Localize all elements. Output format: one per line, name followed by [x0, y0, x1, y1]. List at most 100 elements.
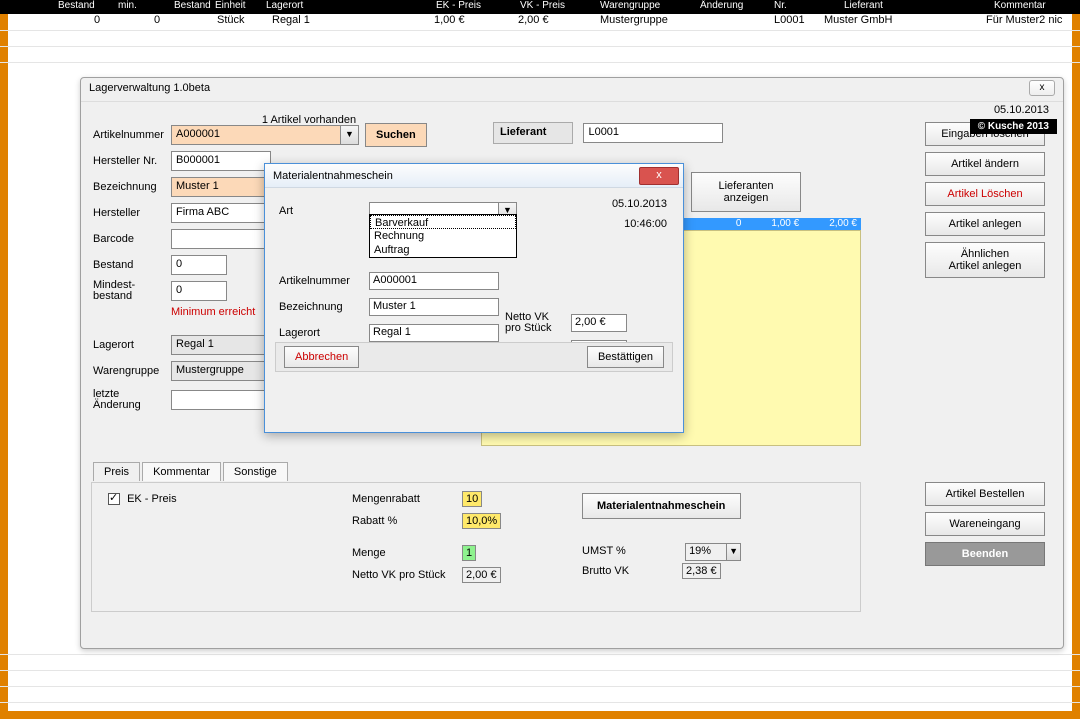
materialentnahmeschein-dialog: Materialentnahmeschein x 05.10.2013 10:4… [264, 163, 684, 433]
chevron-down-icon[interactable]: ▼ [726, 544, 740, 560]
bestand-label: Bestand [93, 259, 171, 271]
ek-preis-checkbox[interactable] [108, 493, 120, 505]
art-option-barverkauf[interactable]: Barverkauf [370, 215, 516, 229]
col-vk: VK - Preis [520, 0, 565, 11]
warengruppe-label: Warengruppe [93, 365, 171, 377]
cell-lagerort: Regal 1 [272, 14, 310, 26]
umst-label: UMST % [582, 545, 682, 557]
mindestbestand-input[interactable]: 0 [171, 281, 227, 301]
cell-nr: L0001 [774, 14, 805, 26]
lieferant-nr-input[interactable]: L0001 [583, 123, 723, 143]
col-bestand: Bestand [58, 0, 95, 11]
umst-value: 19% [686, 544, 726, 560]
modal-titlebar[interactable]: Materialentnahmeschein x [265, 164, 683, 188]
cell-vk: 2,00 € [518, 14, 549, 26]
barcode-input[interactable] [171, 229, 271, 249]
col-einheit: Einheit [215, 0, 246, 11]
col-warengruppe: Warengruppe [600, 0, 660, 11]
artikel-loeschen-button[interactable]: Artikel Löschen [925, 182, 1045, 206]
suchen-button[interactable]: Suchen [365, 123, 427, 147]
modal-netto-label: Netto VK pro Stück [505, 312, 571, 334]
cell-kommentar: Für Muster2 nic [986, 14, 1062, 26]
tab-kommentar[interactable]: Kommentar [142, 462, 221, 481]
preis-panel: EK - Preis Mengenrabatt10 Rabatt %10,0% … [91, 482, 861, 612]
artikel-aendern-button[interactable]: Artikel ändern [925, 152, 1045, 176]
modal-time: 10:46:00 [624, 218, 667, 230]
menge-label: Menge [352, 547, 462, 559]
netto-vk-input[interactable]: 2,00 € [462, 567, 501, 583]
netto-vk-label: Netto VK pro Stück [352, 569, 462, 581]
bezeichnung-input[interactable]: Muster 1 [171, 177, 271, 197]
mindestbestand-label: Mindest- bestand [93, 280, 171, 302]
sheet-row[interactable]: 0 0 Stück Regal 1 1,00 € 2,00 € Mustergr… [0, 14, 1080, 30]
col-anderung: Änderung [700, 0, 743, 11]
lagerort-input[interactable]: Regal 1 [171, 335, 271, 355]
modal-artikelnummer-input[interactable]: A000001 [369, 272, 499, 290]
tab-preis[interactable]: Preis [93, 462, 140, 481]
col-lieferant: Lieferant [844, 0, 883, 11]
art-option-rechnung[interactable]: Rechnung [370, 229, 516, 243]
warengruppe-input[interactable]: Mustergruppe [171, 361, 271, 381]
cell-min: 0 [154, 14, 160, 26]
modal-bezeichnung-input[interactable]: Muster 1 [369, 298, 499, 316]
app-titlebar[interactable]: Lagerverwaltung 1.0beta x [81, 78, 1063, 102]
cell-einheit: Stück [217, 14, 245, 26]
wareneingang-button[interactable]: Wareneingang [925, 512, 1045, 536]
artikelnummer-combo[interactable]: A000001 ▼ [171, 125, 359, 145]
aehnlichen-anlegen-button[interactable]: Ähnlichen Artikel anlegen [925, 242, 1045, 278]
bezeichnung-label: Bezeichnung [93, 181, 171, 193]
umst-combo[interactable]: 19%▼ [685, 543, 741, 561]
tab-sonstige[interactable]: Sonstige [223, 462, 288, 481]
rabatt-pct-input[interactable]: 10,0% [462, 513, 501, 529]
lieferant-header: Lieferant [493, 122, 573, 144]
artikel-anlegen-button[interactable]: Artikel anlegen [925, 212, 1045, 236]
mengenrabatt-input[interactable]: 10 [462, 491, 482, 507]
modal-lagerort-input[interactable]: Regal 1 [369, 324, 499, 342]
letzte-aenderung-input[interactable] [171, 390, 271, 410]
hersteller-nr-input[interactable]: B000001 [171, 151, 271, 171]
modal-close-button[interactable]: x [639, 167, 679, 185]
cell-warengruppe: Mustergruppe [600, 14, 668, 26]
menge-input[interactable]: 1 [462, 545, 476, 561]
ek-preis-label: EK - Preis [127, 493, 177, 505]
barcode-label: Barcode [93, 233, 171, 245]
cell-ek: 1,00 € [434, 14, 465, 26]
action-buttons-bottom: Artikel Bestellen Wareneingang Beenden [925, 482, 1053, 566]
mengenrabatt-label: Mengenrabatt [352, 493, 462, 505]
tabs: Preis Kommentar Sonstige [93, 462, 290, 481]
hersteller-label: Hersteller [93, 207, 171, 219]
letzte-aenderung-label: letzte Änderung [93, 389, 171, 411]
modal-bestaetigen-button[interactable]: Bestättigen [587, 346, 664, 368]
modal-date: 05.10.2013 [612, 198, 667, 210]
artikel-bestellen-button[interactable]: Artikel Bestellen [925, 482, 1045, 506]
lagerort-label: Lagerort [93, 339, 171, 351]
app-close-button[interactable]: x [1029, 80, 1055, 96]
lieferant-section: Lieferant L0001 [493, 122, 853, 144]
brutto-vk-input[interactable]: 2,38 € [682, 563, 721, 579]
rabatt-pct-label: Rabatt % [352, 515, 462, 527]
col-lagerort: Lagerort [266, 0, 303, 11]
modal-artikelnummer-label: Artikelnummer [279, 275, 369, 287]
cell-bestand: 0 [94, 14, 100, 26]
art-option-auftrag[interactable]: Auftrag [370, 243, 516, 257]
bestand-input[interactable]: 0 [171, 255, 227, 275]
copyright-footer: © Kusche 2013 [970, 119, 1057, 134]
hersteller-nr-label: Hersteller Nr. [93, 155, 171, 167]
modal-art-label: Art [279, 205, 369, 217]
col-nr: Nr. [774, 0, 787, 11]
artikelnummer-label: Artikelnummer [93, 129, 171, 141]
artikelnummer-input[interactable]: A000001 [171, 125, 341, 145]
col-kommentar: Kommentar [994, 0, 1046, 11]
header-date: 05.10.2013 [994, 104, 1049, 116]
beenden-button[interactable]: Beenden [925, 542, 1045, 566]
chevron-down-icon[interactable]: ▼ [341, 125, 359, 145]
modal-art-dropdown[interactable]: Barverkauf Rechnung Auftrag [369, 214, 517, 258]
lieferanten-anzeigen-button[interactable]: Lieferanten anzeigen [691, 172, 801, 212]
col-min: min. [118, 0, 137, 11]
materialentnahmeschein-button[interactable]: Materialentnahmeschein [582, 493, 741, 519]
modal-netto-input[interactable]: 2,00 € [571, 314, 627, 332]
brutto-vk-label: Brutto VK [582, 565, 682, 577]
modal-abbrechen-button[interactable]: Abbrechen [284, 346, 359, 368]
sheet-header: Bestand min. Bestand Einheit Lagerort EK… [0, 0, 1080, 14]
hersteller-input[interactable]: Firma ABC [171, 203, 271, 223]
